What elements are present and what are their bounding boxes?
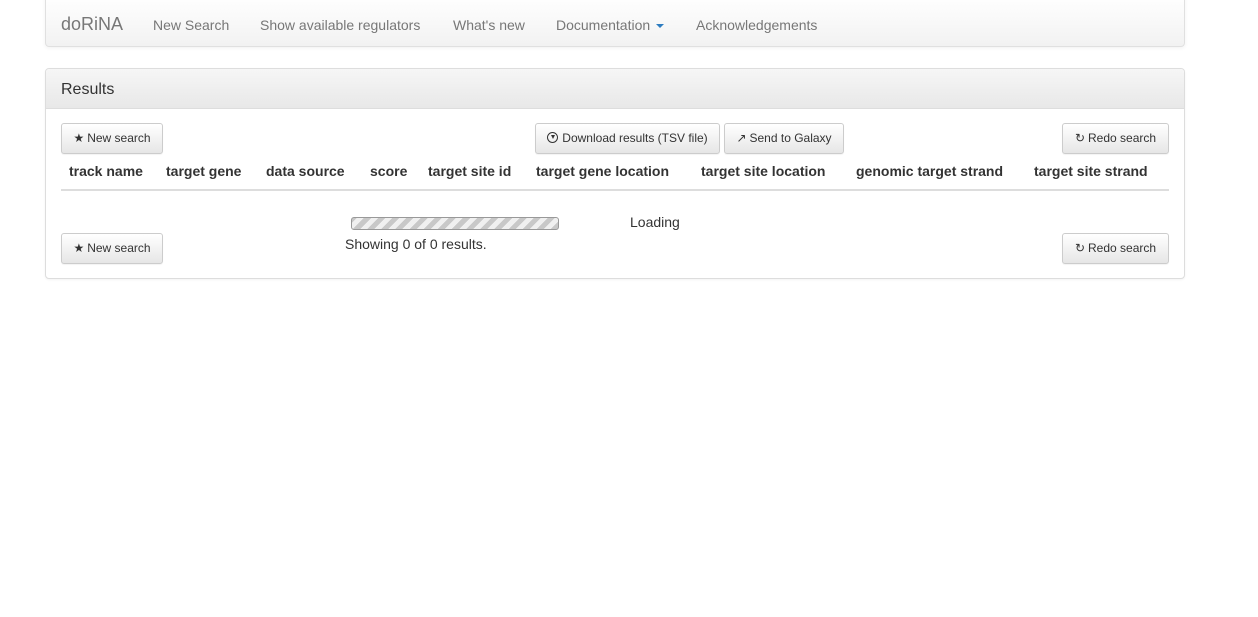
nav-whats-new[interactable]: What's new (453, 17, 525, 33)
circle-arrow-down-icon (547, 132, 559, 143)
nav-documentation[interactable]: Documentation (556, 17, 665, 33)
column-header-target-site-strand[interactable]: target site strand (1034, 163, 1148, 179)
new-search-label: New search (87, 131, 151, 145)
redo-label: Redo search (1088, 241, 1157, 255)
redo-search-button-bottom[interactable]: ↻ Redo search (1062, 233, 1169, 264)
panel-heading: Results (46, 69, 1184, 109)
results-info: Showing 0 of 0 results. (345, 236, 487, 252)
nav-show-regulators[interactable]: Show available regulators (260, 17, 420, 33)
new-search-button-bottom[interactable]: ★ New search (61, 233, 163, 264)
new-search-label: New search (87, 241, 151, 255)
nav-acknowledgements[interactable]: Acknowledgements (696, 17, 817, 33)
caret-down-icon (656, 24, 665, 29)
redo-label: Redo search (1088, 131, 1157, 145)
new-search-button[interactable]: ★ New search (61, 123, 163, 154)
table-header-divider (61, 189, 1169, 191)
redo-search-button[interactable]: ↻ Redo search (1062, 123, 1169, 154)
panel-title: Results (61, 81, 115, 98)
column-header-target-site-id[interactable]: target site id (428, 163, 511, 179)
refresh-icon: ↻ (1074, 241, 1085, 255)
column-header-target-gene[interactable]: target gene (166, 163, 241, 179)
loading-progress-bar (351, 217, 559, 230)
star-icon: ★ (73, 241, 85, 255)
column-header-track-name[interactable]: track name (69, 163, 143, 179)
share-icon: ↗ (736, 131, 747, 145)
column-header-genomic-target-strand[interactable]: genomic target strand (856, 163, 1003, 179)
column-header-score[interactable]: score (370, 163, 407, 179)
column-header-data-source[interactable]: data source (266, 163, 345, 179)
star-icon: ★ (73, 131, 85, 145)
nav-documentation-label: Documentation (556, 17, 651, 33)
galaxy-label: Send to Galaxy (749, 131, 832, 145)
download-results-button[interactable]: Download results (TSV file) (535, 123, 720, 154)
loading-text: Loading (630, 214, 680, 230)
column-header-target-gene-location[interactable]: target gene location (536, 163, 669, 179)
brand-logo[interactable]: doRiNA (61, 14, 123, 35)
column-header-target-site-location[interactable]: target site location (701, 163, 825, 179)
download-label: Download results (TSV file) (562, 131, 708, 145)
nav-new-search[interactable]: New Search (153, 17, 229, 33)
navbar: doRiNA New Search Show available regulat… (45, 0, 1185, 47)
refresh-icon: ↻ (1074, 131, 1085, 145)
send-to-galaxy-button[interactable]: ↗ Send to Galaxy (724, 123, 844, 154)
